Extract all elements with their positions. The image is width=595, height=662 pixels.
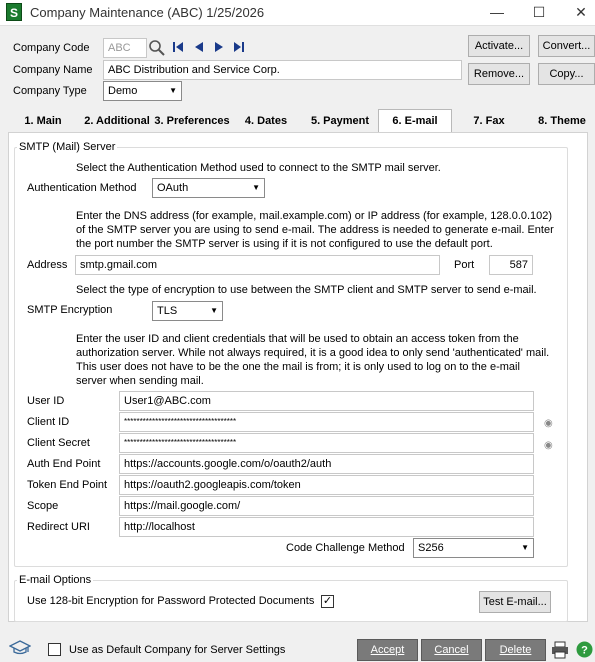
previous-record-icon[interactable] <box>193 41 205 56</box>
client-id-label: Client ID <box>27 416 70 428</box>
window-title: Company Maintenance (ABC) 1/25/2026 <box>30 5 265 20</box>
title-bar: S Company Maintenance (ABC) 1/25/2026 — … <box>0 0 595 26</box>
address-label: Address <box>27 259 68 271</box>
close-button[interactable]: ✕ <box>566 2 595 22</box>
convert-button[interactable]: Convert... <box>538 35 595 57</box>
scope-label: Scope <box>27 500 59 512</box>
encryption-value: TLS <box>157 305 178 317</box>
port-field[interactable]: 587 <box>489 255 533 275</box>
user-text-line-2: authorization server. While not always r… <box>76 347 550 359</box>
auth-end-point-field[interactable]: https://accounts.google.com/o/oauth2/aut… <box>119 454 534 474</box>
auth-method-value: OAuth <box>157 182 189 194</box>
chevron-down-icon: ▼ <box>210 306 218 315</box>
minimize-button[interactable]: — <box>482 2 512 22</box>
scope-field[interactable]: https://mail.google.com/ <box>119 496 534 516</box>
client-id-field[interactable]: ************************************ <box>119 412 534 432</box>
default-company-label: Use as Default Company for Server Settin… <box>69 644 286 656</box>
tab-dates[interactable]: 4. Dates <box>238 110 294 132</box>
accept-button[interactable]: Accept <box>357 639 418 661</box>
user-id-field[interactable]: User1@ABC.com <box>119 391 534 411</box>
last-record-icon[interactable] <box>233 41 245 56</box>
address-field[interactable]: smtp.gmail.com <box>75 255 440 275</box>
first-record-icon[interactable] <box>172 41 184 56</box>
auth-method-select[interactable]: OAuth ▼ <box>152 178 265 198</box>
cancel-button[interactable]: Cancel <box>421 639 482 661</box>
show-password-icon[interactable]: ◉ <box>544 440 553 451</box>
auth-method-label: Authentication Method <box>27 182 137 194</box>
printer-icon[interactable] <box>551 641 569 662</box>
encryption-label: SMTP Encryption <box>27 304 113 316</box>
redirect-uri-label: Redirect URI <box>27 521 90 533</box>
help-icon[interactable]: ? <box>576 641 593 661</box>
company-code-field[interactable]: ABC <box>103 38 147 58</box>
auth-end-point-label: Auth End Point <box>27 458 101 470</box>
tab-preferences[interactable]: 3. Preferences <box>151 110 233 132</box>
dns-text-line-3: the port number the SMTP server is using… <box>76 238 493 250</box>
dns-text-line-2: of the SMTP server you are using to send… <box>76 224 554 236</box>
port-label: Port <box>454 259 475 271</box>
client-secret-label: Client Secret <box>27 437 90 449</box>
next-record-icon[interactable] <box>213 41 225 56</box>
company-name-field[interactable]: ABC Distribution and Service Corp. <box>103 60 462 80</box>
company-type-value: Demo <box>108 85 138 97</box>
svg-text:?: ? <box>581 645 588 657</box>
activate-button[interactable]: Activate... <box>468 35 530 57</box>
encryption-checkbox[interactable]: ✓ <box>321 595 334 608</box>
code-challenge-label: Code Challenge Method <box>286 542 405 554</box>
tab-payment[interactable]: 5. Payment <box>303 110 377 132</box>
code-challenge-value: S256 <box>418 542 444 554</box>
app-logo-icon: S <box>6 3 22 21</box>
maximize-button[interactable]: ☐ <box>524 2 554 22</box>
user-text-line-3: This user does not have to be the one th… <box>76 361 520 373</box>
copy-button[interactable]: Copy... <box>538 63 595 85</box>
encryption-checkbox-label: Use 128-bit Encryption for Password Prot… <box>27 595 315 607</box>
tab-theme[interactable]: 8. Theme <box>532 110 592 132</box>
redirect-uri-field[interactable]: http://localhost <box>119 517 534 537</box>
email-options-title: E-mail Options <box>17 574 94 586</box>
smtp-group-title: SMTP (Mail) Server <box>17 141 118 153</box>
company-type-select[interactable]: Demo ▼ <box>103 81 182 101</box>
tab-email[interactable]: 6. E-mail <box>378 109 452 133</box>
encryption-select[interactable]: TLS ▼ <box>152 301 223 321</box>
client-secret-field[interactable]: ************************************ <box>119 433 534 453</box>
search-icon[interactable] <box>148 39 166 57</box>
dns-text-line-1: Enter the DNS address (for example, mail… <box>76 210 553 222</box>
company-type-label: Company Type <box>13 85 87 97</box>
remove-button[interactable]: Remove... <box>468 63 530 85</box>
default-company-checkbox[interactable] <box>48 643 61 656</box>
encryption-intro-text: Select the type of encryption to use bet… <box>76 284 537 296</box>
tab-main[interactable]: 1. Main <box>14 110 72 132</box>
auth-intro-text: Select the Authentication Method used to… <box>76 162 441 174</box>
tab-additional[interactable]: 2. Additional <box>80 110 154 132</box>
user-id-label: User ID <box>27 395 65 407</box>
token-end-point-label: Token End Point <box>27 479 108 491</box>
chevron-down-icon: ▼ <box>252 183 260 192</box>
test-email-button[interactable]: Test E-mail... <box>479 591 551 613</box>
code-challenge-select[interactable]: S256 ▼ <box>413 538 534 558</box>
user-text-line-4: server when sending mail. <box>76 375 204 387</box>
user-text-line-1: Enter the user ID and client credentials… <box>76 333 519 345</box>
graduation-cap-icon[interactable] <box>8 640 32 659</box>
tab-fax[interactable]: 7. Fax <box>462 110 516 132</box>
tab-bar: 1. Main 2. Additional 3. Preferences 4. … <box>0 109 595 133</box>
show-password-icon[interactable]: ◉ <box>544 418 553 429</box>
company-code-label: Company Code <box>13 42 90 54</box>
token-end-point-field[interactable]: https://oauth2.googleapis.com/token <box>119 475 534 495</box>
company-name-label: Company Name <box>13 64 93 76</box>
delete-button[interactable]: Delete <box>485 639 546 661</box>
chevron-down-icon: ▼ <box>521 543 529 552</box>
chevron-down-icon: ▼ <box>169 86 177 95</box>
